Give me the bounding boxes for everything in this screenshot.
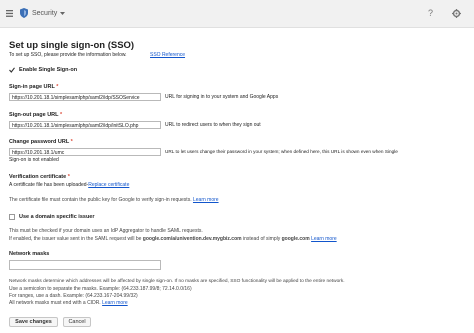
verification-certificate-label: Verification certificate * (9, 174, 70, 181)
top-bar (0, 0, 474, 28)
change-password-url-label: Change password URL * (9, 139, 73, 146)
required-mark: * (59, 112, 63, 118)
enable-sso-label: Enable Single Sign-on (19, 67, 78, 73)
network-masks-desc-1: Network masks determine which addresses … (9, 279, 345, 284)
certificate-note-text: The certificate file must contain the pu… (9, 197, 192, 203)
gear-icon[interactable] (452, 9, 461, 18)
domain-issuer-label: Use a domain specific issuer (19, 214, 95, 220)
save-changes-button[interactable]: Save changes (9, 317, 58, 327)
replace-certificate-link[interactable]: Replace certificate (88, 182, 129, 188)
domain-issuer-line-2-prefix: If enabled, the issuer value sent in the… (9, 236, 142, 242)
signout-url-label: Sign-out page URL * (9, 112, 63, 119)
chevron-down-icon[interactable] (60, 12, 65, 16)
signout-url-hint: URL to redirect users to when they sign … (165, 122, 261, 128)
change-password-url-label-text: Change password URL (9, 139, 70, 145)
network-masks-desc-4-text: All network masks must end with a CIDR. (9, 300, 101, 306)
required-mark: * (56, 84, 59, 90)
change-password-url-hint-2: Sign-on is not enabled (9, 157, 59, 163)
network-masks-desc-4: All network masks must end with a CIDR. … (9, 301, 128, 306)
network-masks-input[interactable] (9, 260, 161, 270)
signin-url-label: Sign-in page URL * (9, 84, 59, 91)
signout-url-label-text: Sign-out page URL (9, 112, 59, 118)
domain-issuer-learn-more-link[interactable]: Learn more (311, 236, 337, 242)
question-mark-icon[interactable]: ? (428, 9, 433, 18)
domain-issuer-checkbox[interactable] (9, 214, 15, 220)
domain-issuer-line-1: This must be checked if your domain uses… (9, 228, 203, 234)
signout-url-input[interactable]: https://10.201.18.1/simplesamlphp/saml2/… (9, 121, 161, 129)
shield-icon (20, 8, 28, 18)
issuer-value-domain: google.com/a/univention.dev.mygbiz.com (142, 236, 242, 242)
issuer-value-default: google.com (281, 236, 310, 242)
required-mark: * (67, 174, 70, 180)
verification-certificate-label-text: Verification certificate (9, 174, 67, 180)
cancel-button[interactable]: Cancel (63, 317, 91, 327)
signin-url-label-text: Sign-in page URL (9, 84, 55, 90)
checkmark-icon (9, 67, 15, 73)
certificate-status-text: A certificate file has been uploaded- (9, 182, 89, 188)
network-masks-desc-3: For ranges, use a dash. Example: (64.233… (9, 293, 138, 299)
network-masks-label: Network masks (9, 251, 50, 257)
signin-url-input[interactable]: https://10.201.18.1/simplesamlphp/saml2/… (9, 93, 161, 101)
certificate-note: The certificate file must contain the pu… (9, 198, 219, 203)
section-title[interactable]: Security (32, 10, 57, 17)
certificate-learn-more-link[interactable]: Learn more (193, 197, 219, 203)
change-password-url-hint: URL to let users change their password i… (165, 149, 398, 154)
domain-issuer-line-2-mid: instead of simply (242, 236, 281, 242)
network-masks-desc-2: Use a semicolon to separate the masks. E… (9, 286, 192, 292)
menu-icon[interactable] (6, 10, 13, 17)
domain-issuer-line-2: If enabled, the issuer value sent in the… (9, 237, 337, 242)
network-masks-learn-more-link[interactable]: Learn more (102, 300, 128, 306)
change-password-url-input[interactable]: https://10.201.18.1/umc (9, 148, 161, 156)
page-intro: To set up SSO, please provide the inform… (9, 52, 127, 58)
signin-url-hint: URL for signing in to your system and Go… (165, 94, 279, 100)
sso-reference-link[interactable]: SSO Reference (150, 53, 185, 58)
certificate-status: A certificate file has been uploaded-Rep… (9, 183, 129, 188)
enable-sso-checkbox[interactable] (9, 67, 15, 73)
page-title: Set up single sign-on (SSO) (9, 40, 135, 51)
required-mark: * (70, 139, 73, 145)
